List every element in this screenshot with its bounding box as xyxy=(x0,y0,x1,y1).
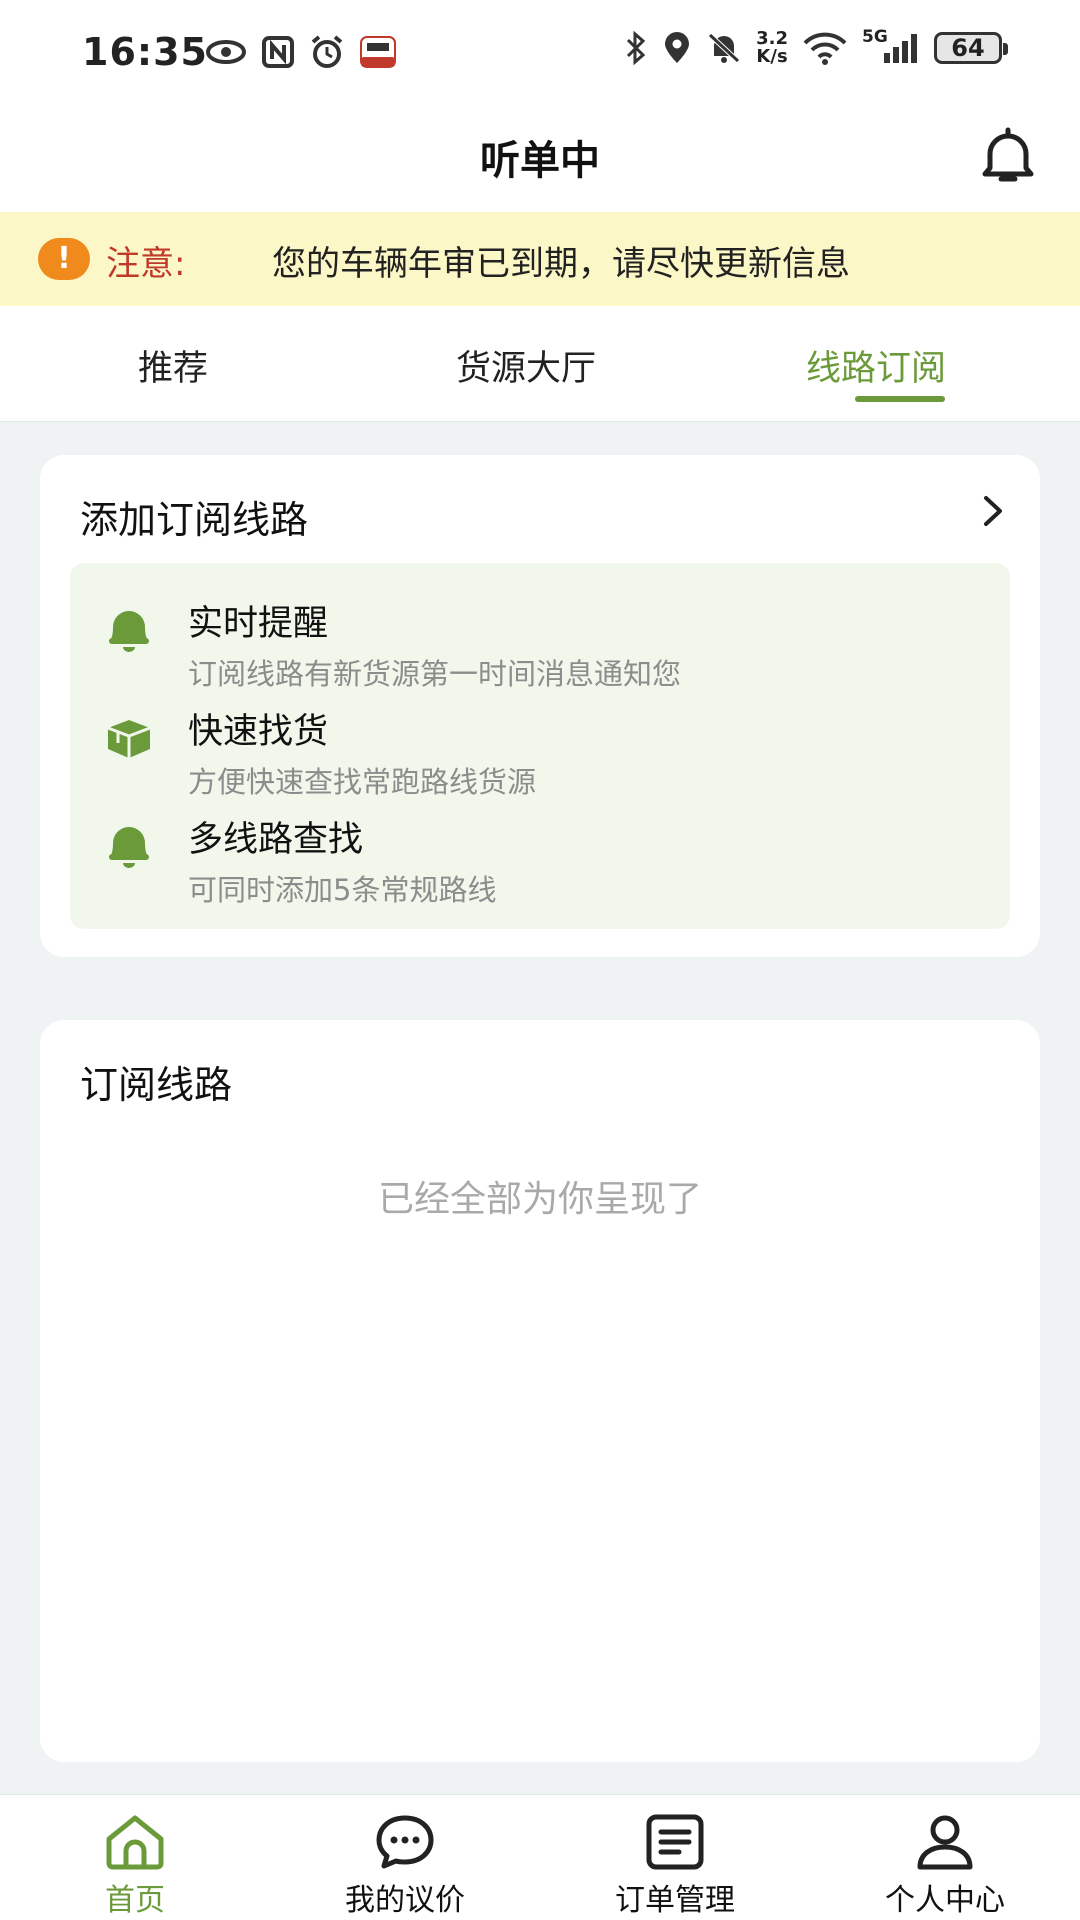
status-left-icons xyxy=(205,34,397,70)
chat-icon xyxy=(376,1815,434,1869)
active-tab-indicator xyxy=(855,396,945,402)
nav-label: 首页 xyxy=(105,1883,165,1918)
net-speed-unit: K/s xyxy=(756,46,788,67)
list-icon xyxy=(646,1814,704,1870)
location-icon xyxy=(665,32,690,63)
status-right-icons: 3.2 K/s 5G 64 xyxy=(624,27,1008,66)
feature-item: 实时提醒 订阅线路有新货源第一时间消息通知您 xyxy=(70,575,1010,691)
feature-item: 多线路查找 可同时添加5条常规路线 xyxy=(70,791,1010,907)
notice-banner[interactable]: ! 注意: 您的车辆年审已到期，请尽快更新信息 xyxy=(0,212,1080,306)
feature-desc: 可同时添加5条常规路线 xyxy=(188,873,497,907)
user-icon xyxy=(917,1815,973,1870)
nav-label: 我的议价 xyxy=(345,1883,465,1918)
status-time: 16:35 xyxy=(82,30,208,74)
nav-order-management[interactable]: 订单管理 xyxy=(540,1795,810,1920)
bell-icon xyxy=(109,827,149,868)
add-subscription-card: 添加订阅线路 实时提醒 订阅线路有新货源第一时间消息通知您 快速找货 方便快速查… xyxy=(40,455,1040,957)
cellular-signal: 5G xyxy=(862,27,920,65)
notice-message: 您的车辆年审已到期，请尽快更新信息 xyxy=(272,244,850,284)
battery-indicator: 64 xyxy=(934,32,1008,64)
chevron-right-icon[interactable] xyxy=(978,493,1008,529)
nav-label: 个人中心 xyxy=(885,1883,1005,1918)
app-screen: 16:35 3.2 K/s 5G 64 听单中 ! 注意: 您的车辆年审已到期，… xyxy=(0,0,1080,1920)
tab-cargo-hall[interactable]: 货源大厅 xyxy=(456,340,596,391)
home-icon xyxy=(106,1815,164,1870)
bell-icon xyxy=(109,611,149,652)
nav-home[interactable]: 首页 xyxy=(0,1795,270,1920)
nav-profile[interactable]: 个人中心 xyxy=(810,1795,1080,1920)
feature-list: 实时提醒 订阅线路有新货源第一时间消息通知您 快速找货 方便快速查找常跑路线货源 xyxy=(70,563,1010,929)
box-icon xyxy=(107,720,151,758)
feature-title: 快速找货 xyxy=(188,712,329,752)
nav-label: 订单管理 xyxy=(615,1883,735,1918)
signal-bars-icon xyxy=(884,34,917,63)
wifi-icon xyxy=(803,32,847,65)
alarm-icon xyxy=(311,35,343,68)
tab-route-subscription[interactable]: 线路订阅 xyxy=(806,340,946,391)
tab-bar: 推荐 货源大厅 线路订阅 xyxy=(0,306,1080,422)
app-header: 听单中 xyxy=(0,110,1080,212)
status-bar: 16:35 3.2 K/s 5G 64 xyxy=(0,0,1080,110)
app-notification-icon xyxy=(360,36,396,68)
nav-my-bargain[interactable]: 我的议价 xyxy=(270,1795,540,1920)
tab-recommend[interactable]: 推荐 xyxy=(138,340,208,391)
page-title: 听单中 xyxy=(480,138,600,184)
subscribed-routes-title: 订阅线路 xyxy=(80,1063,233,1107)
subscribed-routes-card: 订阅线路 已经全部为你呈现了 xyxy=(40,1020,1040,1762)
bell-icon xyxy=(982,127,1034,182)
warning-icon: ! xyxy=(38,238,90,280)
notification-button[interactable] xyxy=(978,124,1038,186)
bluetooth-icon xyxy=(627,31,646,65)
empty-list-text: 已经全部为你呈现了 xyxy=(377,1179,702,1220)
bell-muted-icon xyxy=(708,33,740,63)
feature-title: 多线路查找 xyxy=(188,820,364,860)
feature-item: 快速找货 方便快速查找常跑路线货源 xyxy=(70,683,1010,799)
bottom-nav: 首页 我的议价 订单管理 个人中心 xyxy=(0,1794,1080,1920)
nfc-icon xyxy=(262,36,294,68)
net-speed: 3.2 K/s xyxy=(756,30,788,66)
feature-title: 实时提醒 xyxy=(188,604,329,644)
notice-label: 注意: xyxy=(106,244,186,284)
add-subscription-title[interactable]: 添加订阅线路 xyxy=(80,489,308,544)
eye-icon xyxy=(206,40,246,64)
